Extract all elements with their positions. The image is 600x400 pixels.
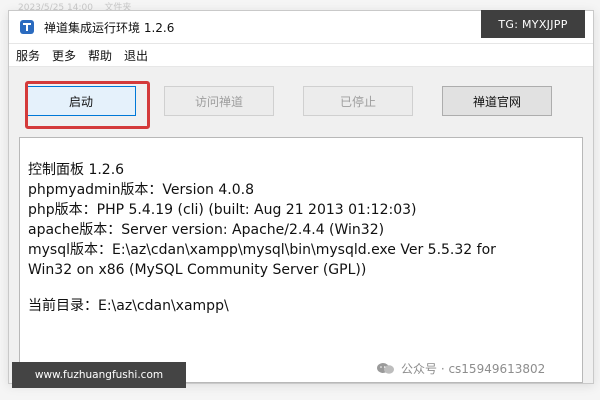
chandao-app-icon-svg (20, 20, 34, 34)
menu-item-help[interactable]: 帮助 (88, 47, 112, 64)
wechat-account-text: 公众号 · cs15949613802 (401, 362, 546, 376)
console-line: Win32 on x86 (MySQL Community Server (GP… (28, 262, 367, 278)
console-output: 控制面板 1.2.6 phpmyadmin版本：Version 4.0.8 ph… (19, 137, 583, 383)
console-line: phpmyadmin版本：Version 4.0.8 (28, 182, 254, 198)
console-line: 当前目录：E:\az\cdan\xampp\ (28, 298, 229, 314)
bottom-left-watermark: www.fuzhuangfushi.com (12, 362, 186, 388)
console-line: mysql版本：E:\az\cdan\xampp\mysql\bin\mysql… (28, 242, 496, 258)
menu-bar: 服务 更多 帮助 退出 (9, 44, 593, 67)
console-spacer (28, 280, 574, 296)
bottom-right-watermark: 公众号 · cs15949613802 (376, 360, 545, 377)
console-line: 控制面板 1.2.6 (28, 162, 125, 178)
start-button-highlight (25, 81, 150, 129)
chandao-app-icon (18, 18, 36, 36)
screenshot-page: 2023/5/25 14:00 文件夹 禅道集成运行环境 1.2.6 — □ ✕… (0, 0, 600, 400)
menu-item-service[interactable]: 服务 (16, 47, 40, 64)
wechat-icon (377, 363, 394, 374)
visit-chandao-button[interactable]: 访问禅道 (164, 86, 274, 116)
window-title: 禅道集成运行环境 1.2.6 (44, 20, 175, 35)
chandao-website-button[interactable]: 禅道官网 (442, 86, 552, 116)
top-right-watermark: TG: MYXJJPP (481, 10, 585, 38)
menu-item-exit[interactable]: 退出 (124, 47, 148, 64)
menu-item-more[interactable]: 更多 (52, 47, 76, 64)
stopped-button[interactable]: 已停止 (303, 86, 413, 116)
console-line: apache版本：Server version: Apache/2.4.4 (W… (28, 222, 385, 238)
app-window: 禅道集成运行环境 1.2.6 — □ ✕ 服务 更多 帮助 退出 启动 访问禅道… (8, 10, 594, 384)
console-line: php版本：PHP 5.4.19 (cli) (built: Aug 21 20… (28, 202, 417, 218)
